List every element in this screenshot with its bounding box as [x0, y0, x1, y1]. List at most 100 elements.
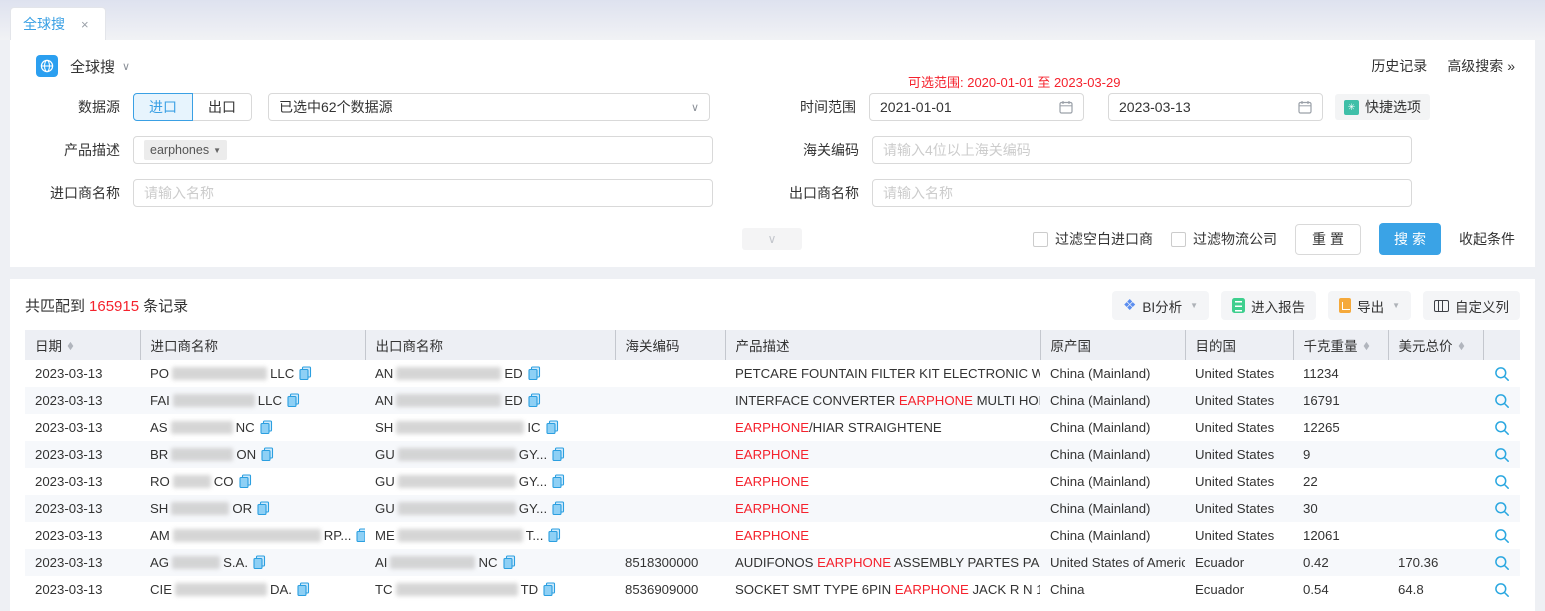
cell-product-description: EARPHONE/HIAR STRAIGHTENE — [725, 414, 1040, 441]
company-copy-icon[interactable] — [253, 555, 266, 569]
tab-global-search[interactable]: 全球搜 × — [10, 7, 106, 40]
company-copy-icon[interactable] — [257, 501, 270, 515]
sort-icon[interactable]: ▲▼ — [1363, 343, 1370, 351]
exporter-input[interactable] — [883, 185, 1401, 201]
enter-report-button[interactable]: 进入报告 — [1221, 291, 1316, 320]
company-copy-icon[interactable] — [287, 393, 300, 407]
column-header-label: 进口商名称 — [151, 339, 219, 354]
product-text: AUDIFONOS — [735, 555, 817, 570]
company-copy-icon[interactable] — [528, 366, 541, 380]
company-prefix: BR — [150, 447, 168, 462]
cell-detail-action[interactable] — [1483, 441, 1520, 468]
end-date-input[interactable]: 2023-03-13 — [1108, 93, 1323, 121]
company-copy-icon[interactable] — [552, 447, 565, 461]
table-row[interactable]: 2023-03-13POLLCANEDPETCARE FOUNTAIN FILT… — [25, 360, 1520, 387]
company-suffix: GY... — [519, 501, 547, 516]
search-button[interactable]: 搜索 — [1379, 223, 1441, 255]
detail-search-icon[interactable] — [1494, 474, 1510, 490]
company-copy-icon[interactable] — [552, 501, 565, 515]
bi-analysis-button[interactable]: ❖ BI分析 ▼ — [1112, 291, 1209, 320]
column-header-label: 海关编码 — [626, 339, 680, 354]
sort-icon[interactable]: ▲▼ — [67, 343, 74, 351]
company-copy-icon[interactable] — [356, 528, 365, 542]
advanced-search-link[interactable]: 高级搜索 » — [1447, 56, 1515, 76]
company-copy-icon[interactable] — [503, 555, 516, 569]
cell-detail-action[interactable] — [1483, 495, 1520, 522]
cell-detail-action[interactable] — [1483, 360, 1520, 387]
detail-search-icon[interactable] — [1494, 501, 1510, 517]
cell-detail-action[interactable] — [1483, 576, 1520, 603]
cell-detail-action[interactable] — [1483, 549, 1520, 576]
cell-hs-code: 8536909000 — [615, 576, 725, 603]
import-toggle-button[interactable]: 进口 — [133, 93, 193, 121]
company-copy-icon[interactable] — [548, 528, 561, 542]
company-copy-icon[interactable] — [546, 420, 559, 434]
company-copy-icon[interactable] — [543, 582, 556, 596]
importer-input[interactable] — [144, 185, 702, 201]
column-header[interactable]: 日期▲▼ — [25, 330, 140, 360]
detail-search-icon[interactable] — [1494, 555, 1510, 571]
product-desc-input[interactable]: earphones ▼ — [133, 136, 713, 164]
filter-blank-importer-checkbox[interactable]: 过滤空白进口商 — [1033, 229, 1153, 249]
company-copy-icon[interactable] — [297, 582, 310, 596]
cell-product-description: EARPHONE — [725, 441, 1040, 468]
redacted-text — [398, 475, 516, 488]
company-copy-icon[interactable] — [261, 447, 274, 461]
custom-columns-button[interactable]: 自定义列 — [1423, 291, 1520, 320]
column-header-label: 千克重量 — [1304, 339, 1358, 354]
column-header[interactable]: 千克重量 ▲▼ — [1293, 330, 1388, 360]
checkbox-icon[interactable] — [1171, 232, 1186, 247]
expand-more-button[interactable]: ∨ — [742, 228, 802, 250]
datasource-select[interactable]: 已选中62个数据源 ∨ — [268, 93, 710, 121]
end-date-value: 2023-03-13 — [1119, 99, 1191, 115]
chevron-down-icon[interactable]: ∨ — [122, 60, 130, 73]
company-copy-icon[interactable] — [260, 420, 273, 434]
start-date-input[interactable]: 2021-01-01 — [869, 93, 1084, 121]
detail-search-icon[interactable] — [1494, 447, 1510, 463]
table-row[interactable]: 2023-03-13CIEDA.TCTD8536909000SOCKET SMT… — [25, 576, 1520, 603]
cell-detail-action[interactable] — [1483, 387, 1520, 414]
hscode-input[interactable] — [883, 142, 1401, 158]
table-row[interactable]: 2023-03-13FAILLCANEDINTERFACE CONVERTER … — [25, 387, 1520, 414]
detail-search-icon[interactable] — [1494, 528, 1510, 544]
cell-detail-action[interactable] — [1483, 414, 1520, 441]
company-copy-icon[interactable] — [552, 474, 565, 488]
table-row[interactable]: 2023-03-13SHORGUGY...EARPHONEChina (Main… — [25, 495, 1520, 522]
table-row[interactable]: 2023-03-13AGS.A.AINC8518300000AUDIFONOS … — [25, 549, 1520, 576]
export-toggle-button[interactable]: 出口 — [192, 93, 252, 121]
close-icon[interactable]: × — [81, 17, 89, 32]
datasource-toggle: 进口 出口 — [133, 93, 252, 121]
column-header-label: 出口商名称 — [376, 339, 444, 354]
product-keyword-tag[interactable]: earphones ▼ — [144, 140, 227, 160]
company-prefix: CIE — [150, 582, 172, 597]
column-header[interactable]: 美元总价▲▼ — [1388, 330, 1483, 360]
filter-logistics-checkbox[interactable]: 过滤物流公司 — [1171, 229, 1277, 249]
column-header: 目的国 — [1185, 330, 1293, 360]
cell-product-description: EARPHONE — [725, 468, 1040, 495]
reset-button[interactable]: 重置 — [1295, 224, 1361, 255]
bi-analysis-icon: ❖ — [1123, 298, 1136, 313]
company-copy-icon[interactable] — [239, 474, 252, 488]
table-row[interactable]: 2023-03-13ASNCSHICEARPHONE/HIAR STRAIGHT… — [25, 414, 1520, 441]
history-link[interactable]: 历史记录 — [1371, 56, 1427, 76]
sort-icon[interactable]: ▲▼ — [1458, 343, 1465, 351]
cell-origin-country: China (Mainland) — [1040, 468, 1185, 495]
company-copy-icon[interactable] — [528, 393, 541, 407]
cell-detail-action[interactable] — [1483, 468, 1520, 495]
table-row[interactable]: 2023-03-13ROCOGUGY...EARPHONEChina (Main… — [25, 468, 1520, 495]
collapse-conditions-link[interactable]: 收起条件 — [1459, 229, 1515, 249]
cell-origin-country: China (Mainland) — [1040, 414, 1185, 441]
company-copy-icon[interactable] — [299, 366, 312, 380]
table-row[interactable]: 2023-03-13BRONGUGY...EARPHONEChina (Main… — [25, 441, 1520, 468]
export-button[interactable]: 导出 ▼ — [1328, 291, 1411, 320]
detail-search-icon[interactable] — [1494, 420, 1510, 436]
cell-detail-action[interactable] — [1483, 522, 1520, 549]
table-row[interactable]: 2023-03-13AMRP...MET...EARPHONEChina (Ma… — [25, 522, 1520, 549]
detail-search-icon[interactable] — [1494, 366, 1510, 382]
detail-search-icon[interactable] — [1494, 393, 1510, 409]
checkbox-icon[interactable] — [1033, 232, 1048, 247]
company-suffix: ED — [504, 366, 522, 381]
quick-options-button[interactable]: ✳ 快捷选项 — [1335, 94, 1430, 120]
detail-search-icon[interactable] — [1494, 582, 1510, 598]
product-text: SOCKET SMT TYPE 6PIN — [735, 582, 895, 597]
